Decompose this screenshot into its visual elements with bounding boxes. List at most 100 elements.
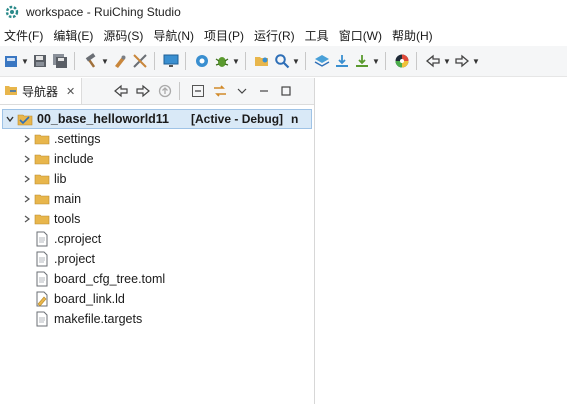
file-icon	[34, 271, 50, 287]
search-dropdown-icon[interactable]: ▼	[292, 52, 300, 70]
menu-source[interactable]: 源码(S)	[98, 27, 148, 44]
navigator-tab-label: 导航器	[22, 84, 59, 99]
menu-help[interactable]: 帮助(H)	[387, 27, 438, 44]
navigator-tab-bar: 导航器 ✕	[0, 78, 314, 105]
maximize-icon[interactable]	[277, 82, 295, 100]
forward-arrow-icon[interactable]	[134, 82, 152, 100]
tree-file-project[interactable]: .project	[34, 249, 314, 269]
tree-file-cproject[interactable]: .cproject	[34, 229, 314, 249]
clean-icon[interactable]	[111, 52, 129, 70]
open-folder-icon[interactable]	[253, 52, 271, 70]
tree-file-makefile-targets[interactable]: makefile.targets	[34, 309, 314, 329]
collapsed-chevron-icon[interactable]	[20, 214, 34, 224]
tools-icon[interactable]	[131, 52, 149, 70]
toolbar-separator	[154, 52, 155, 70]
project-truncated-text: n	[291, 112, 299, 126]
folder-label: main	[54, 192, 82, 206]
save-icon[interactable]	[31, 52, 49, 70]
collapse-all-icon[interactable]	[189, 82, 207, 100]
layers-icon[interactable]	[313, 52, 331, 70]
menu-run[interactable]: 运行(R)	[249, 27, 300, 44]
menu-edit[interactable]: 编辑(E)	[48, 27, 98, 44]
minimize-icon[interactable]	[255, 82, 273, 100]
menu-navigate[interactable]: 导航(N)	[148, 27, 199, 44]
tree-folder-settings[interactable]: .settings	[20, 129, 314, 149]
folder-icon	[34, 151, 50, 167]
tree-file-board-cfg[interactable]: board_cfg_tree.toml	[34, 269, 314, 289]
new-icon[interactable]	[2, 52, 20, 70]
project-root-row[interactable]: 00_base_helloworld11 [Active - Debug] n	[2, 109, 312, 129]
project-status: [Active - Debug]	[191, 112, 284, 126]
editor-area[interactable]	[315, 78, 567, 404]
debug-dropdown-icon[interactable]: ▼	[232, 52, 240, 70]
forward-dropdown-icon[interactable]: ▼	[472, 52, 480, 70]
menu-file[interactable]: 文件(F)	[0, 27, 48, 44]
file-label: .cproject	[54, 232, 102, 246]
back-arrow-icon[interactable]	[424, 52, 442, 70]
toolbar-separator	[179, 82, 181, 100]
folder-icon	[34, 131, 50, 147]
download-icon[interactable]	[333, 52, 351, 70]
expanded-chevron-icon[interactable]	[3, 114, 17, 124]
close-icon[interactable]: ✕	[66, 85, 75, 98]
folder-label: tools	[54, 212, 81, 226]
tab-navigator[interactable]: 导航器 ✕	[0, 78, 83, 104]
main-toolbar: ▼ ▼ ▼ ▼ ▼ ▼ ▼	[0, 46, 567, 77]
app-logo-icon	[4, 4, 20, 20]
collapsed-chevron-icon[interactable]	[20, 194, 34, 204]
settings-gear-icon[interactable]	[193, 52, 211, 70]
folder-label: lib	[54, 172, 67, 186]
menu-window[interactable]: 窗口(W)	[334, 27, 387, 44]
file-label: board_cfg_tree.toml	[54, 272, 166, 286]
folder-label: include	[54, 152, 94, 166]
folder-icon	[34, 171, 50, 187]
navigator-tree: 00_base_helloworld11 [Active - Debug] n …	[0, 105, 314, 329]
up-folder-icon[interactable]	[156, 82, 174, 100]
toolbar-separator	[245, 52, 246, 70]
project-folder-icon	[17, 111, 33, 127]
tree-folder-lib[interactable]: lib	[20, 169, 314, 189]
navigator-panel: 导航器 ✕ 00_base_helloworld11 [Active - Deb…	[0, 78, 315, 404]
folder-label: .settings	[54, 132, 101, 146]
toolbar-separator	[416, 52, 417, 70]
menu-project[interactable]: 项目(P)	[199, 27, 249, 44]
tree-folder-main[interactable]: main	[20, 189, 314, 209]
build-hammer-icon[interactable]	[82, 52, 100, 70]
back-dropdown-icon[interactable]: ▼	[443, 52, 451, 70]
collapsed-chevron-icon[interactable]	[20, 174, 34, 184]
collapsed-chevron-icon[interactable]	[20, 154, 34, 164]
file-icon	[34, 231, 50, 247]
tree-folder-include[interactable]: include	[20, 149, 314, 169]
flash-download-icon[interactable]	[353, 52, 371, 70]
navigator-tools	[108, 82, 295, 100]
toolbar-separator	[385, 52, 386, 70]
search-icon[interactable]	[273, 52, 291, 70]
view-menu-chevron-down-icon[interactable]	[233, 82, 251, 100]
collapsed-chevron-icon[interactable]	[20, 134, 34, 144]
file-label: board_link.ld	[54, 292, 125, 306]
menu-tools[interactable]: 工具	[300, 27, 334, 44]
monitor-icon[interactable]	[162, 52, 180, 70]
window-title: workspace - RuiChing Studio	[26, 5, 181, 19]
flash-dropdown-icon[interactable]: ▼	[372, 52, 380, 70]
folder-icon	[34, 211, 50, 227]
color-wheel-icon[interactable]	[393, 52, 411, 70]
toolbar-separator	[185, 52, 186, 70]
tree-folder-tools[interactable]: tools	[20, 209, 314, 229]
folder-icon	[34, 191, 50, 207]
tree-file-board-link[interactable]: board_link.ld	[34, 289, 314, 309]
linker-script-file-icon	[34, 291, 50, 307]
file-label: makefile.targets	[54, 312, 143, 326]
back-arrow-icon[interactable]	[112, 82, 130, 100]
debug-bug-icon[interactable]	[213, 52, 231, 70]
build-dropdown-icon[interactable]: ▼	[101, 52, 109, 70]
toolbar-separator	[305, 52, 306, 70]
save-all-icon[interactable]	[51, 52, 69, 70]
project-name: 00_base_helloworld11	[37, 112, 170, 126]
forward-arrow-icon[interactable]	[453, 52, 471, 70]
menu-bar: 文件(F) 编辑(E) 源码(S) 导航(N) 项目(P) 运行(R) 工具 窗…	[0, 24, 567, 46]
file-icon	[34, 311, 50, 327]
link-with-editor-icon[interactable]	[211, 82, 229, 100]
new-dropdown-icon[interactable]: ▼	[21, 52, 29, 70]
title-bar: workspace - RuiChing Studio	[0, 0, 567, 24]
